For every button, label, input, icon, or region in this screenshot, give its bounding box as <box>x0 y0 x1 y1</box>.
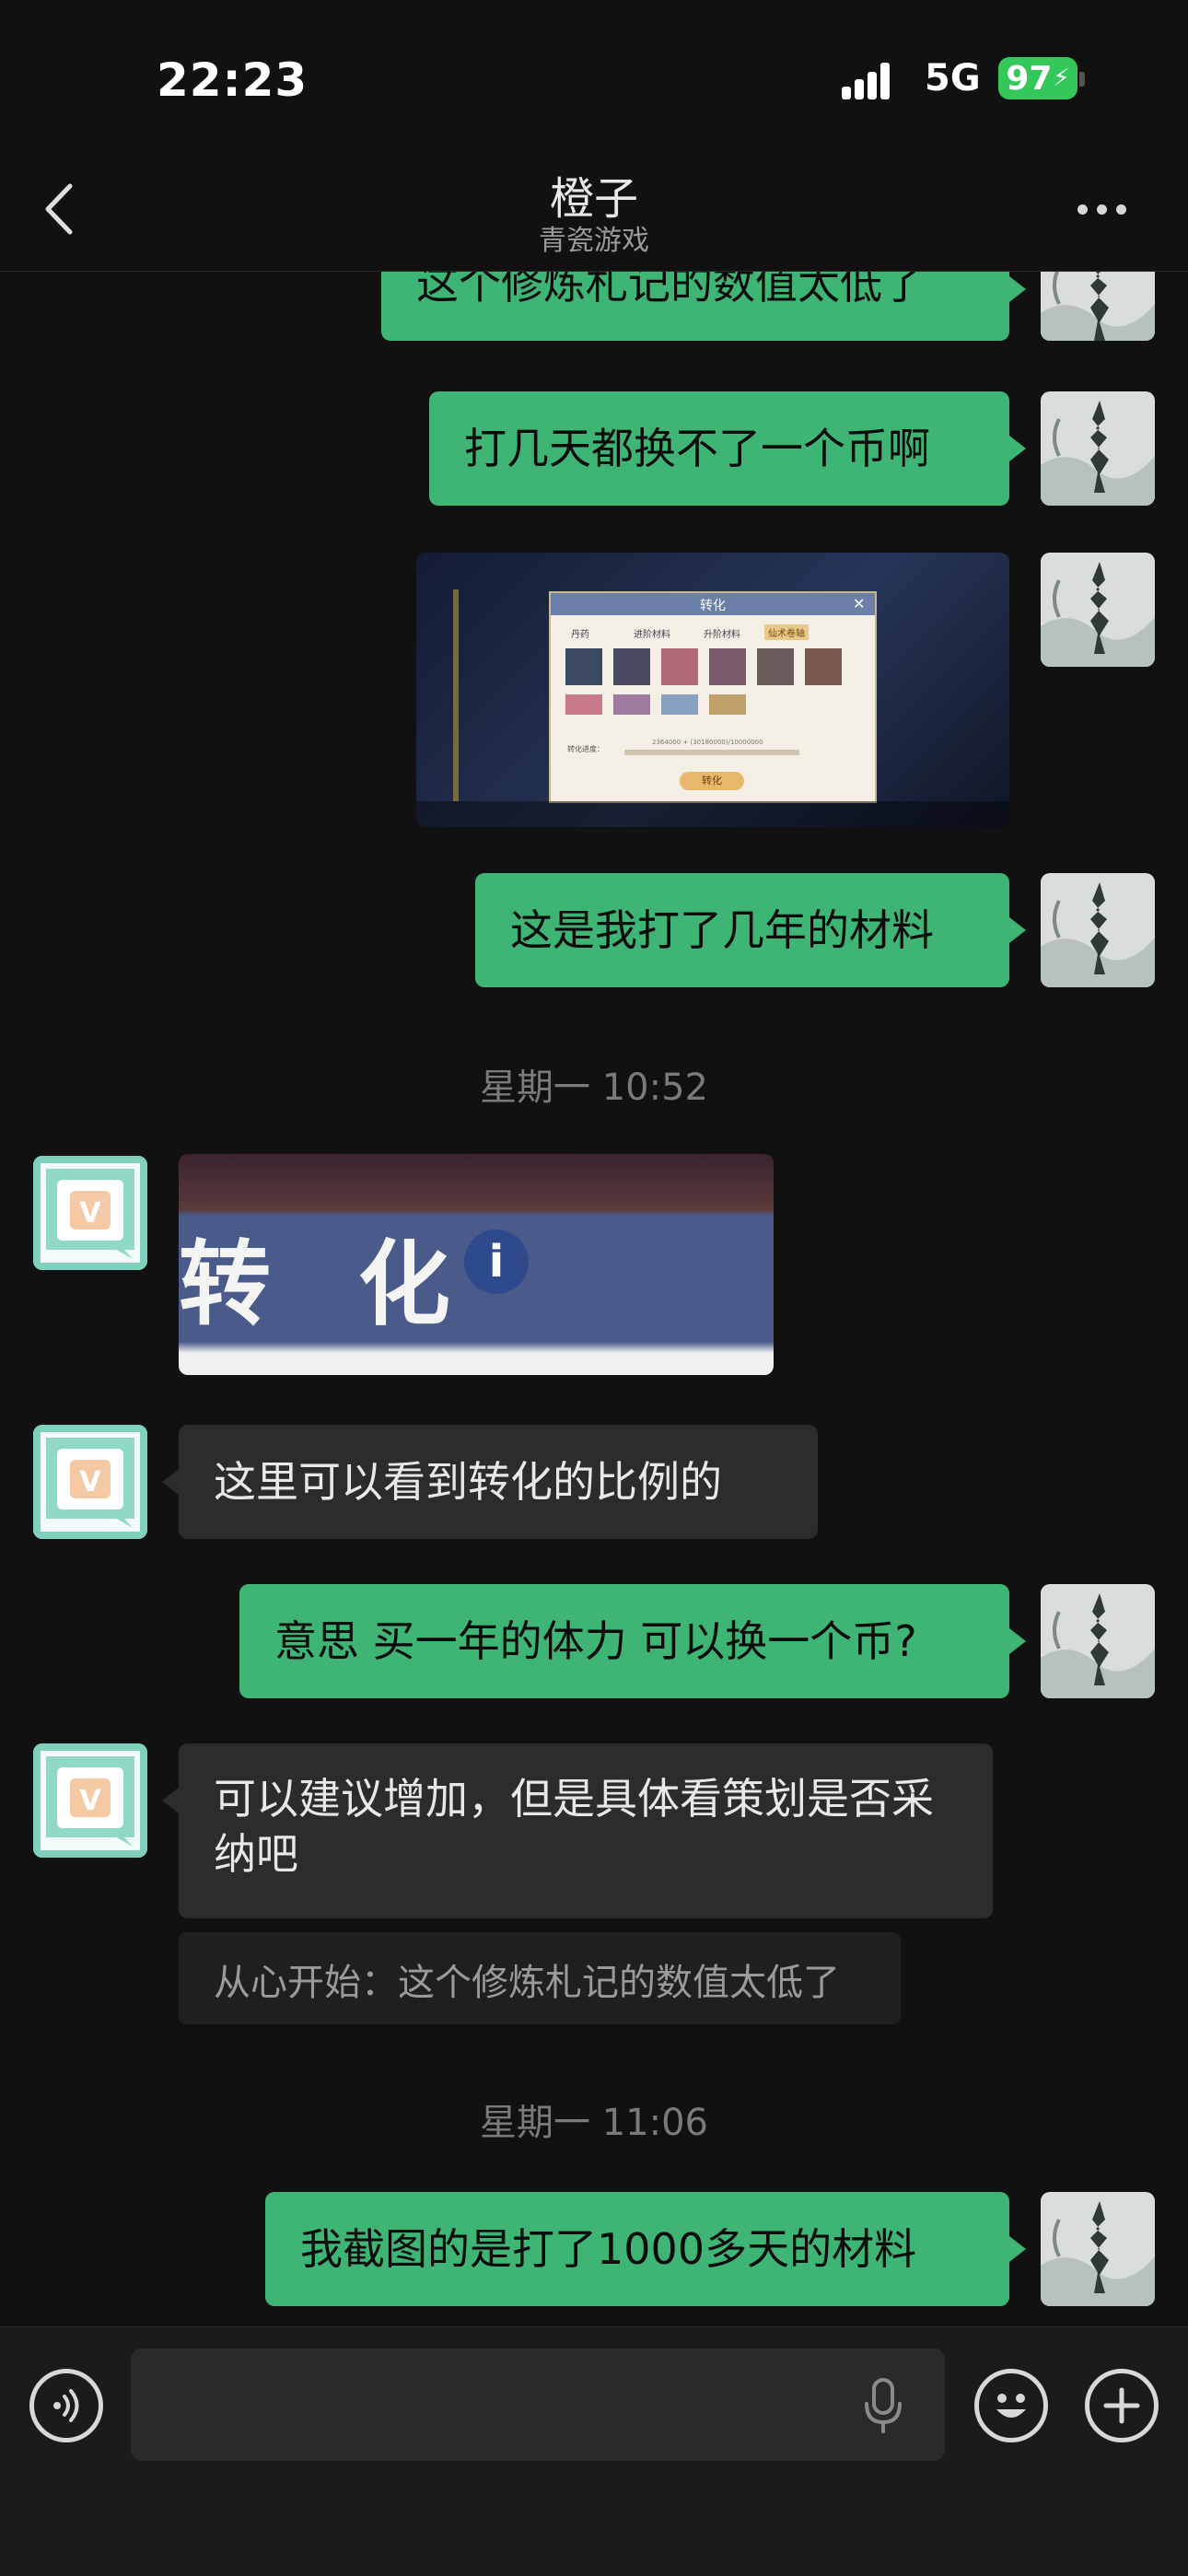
bubble-tail <box>162 1788 179 1813</box>
message-text: 可以建议增加，但是具体看策划是否采纳吧 <box>214 1774 934 1879</box>
v-logo-avatar-icon: V <box>33 1743 147 1858</box>
voice-icon[interactable] <box>29 2369 103 2442</box>
plus-icon[interactable] <box>1085 2369 1159 2442</box>
timestamp: 星期一 10:52 <box>480 1067 708 1109</box>
message-text: 这里可以看到转化的比例的 <box>214 1457 722 1507</box>
message-input[interactable] <box>131 2349 945 2461</box>
progress-text: 2364000 + (30180000)/10000000 <box>652 739 763 746</box>
v-logo-avatar-icon: V <box>33 1156 147 1270</box>
bubble-tail <box>162 1469 179 1495</box>
ink-painting-avatar-icon <box>1041 2192 1155 2306</box>
message-text: 这是我打了几年的材料 <box>510 905 934 955</box>
avatar-other[interactable]: V <box>33 1156 147 1270</box>
avatar-self[interactable] <box>1041 391 1155 506</box>
microphone-icon[interactable] <box>862 2378 904 2435</box>
dialog-tab: 进阶材料 <box>634 630 670 640</box>
svg-text:V: V <box>79 1197 101 1230</box>
more-options-icon[interactable] <box>1077 193 1136 225</box>
quote-text: 从心开始：这个修炼札记的数值太低了 <box>214 1962 840 2004</box>
ink-painting-avatar-icon <box>1041 272 1155 341</box>
chat-subtitle: 青瓷游戏 <box>539 225 649 257</box>
timestamp: 星期一 11:06 <box>480 2102 708 2144</box>
network-type: 5G <box>925 57 981 99</box>
ink-painting-avatar-icon <box>1041 873 1155 987</box>
info-icon: i <box>464 1230 529 1294</box>
message-bubble[interactable]: 打几天都换不了一个币啊 <box>429 391 1009 506</box>
quoted-message[interactable]: 从心开始：这个修炼札记的数值太低了 <box>179 1932 901 2024</box>
bubble-tail <box>1009 1628 1026 1654</box>
ink-painting-avatar-icon <box>1041 553 1155 667</box>
message-bubble[interactable]: 我截图的是打了1000多天的材料 <box>265 2192 1009 2306</box>
avatar-self[interactable] <box>1041 2192 1155 2306</box>
v-logo-avatar-icon: V <box>33 1425 147 1539</box>
dialog-tab: 仙术卷轴 <box>764 624 809 640</box>
message-text: 打几天都换不了一个币啊 <box>464 424 930 473</box>
message-bubble[interactable]: 这是我打了几年的材料 <box>475 873 1009 987</box>
battery-level: 97 <box>1006 59 1053 98</box>
message-bubble[interactable]: 意思 买一年的体力 可以换一个币? <box>239 1584 1009 1698</box>
progress-label: 转化进度： <box>567 745 604 753</box>
signal-icon <box>842 63 890 99</box>
bubble-tail <box>1009 276 1026 302</box>
svg-text:V: V <box>79 1466 101 1498</box>
image-sidebar <box>453 589 459 801</box>
progress-bar <box>624 750 799 755</box>
bubble-tail <box>1009 436 1026 461</box>
message-bubble[interactable]: 这个修炼札记的数值太低了 <box>381 272 1009 341</box>
emoji-icon[interactable] <box>974 2369 1048 2442</box>
bubble-tail <box>1009 917 1026 943</box>
dialog-title: 转化 <box>700 599 726 613</box>
battery-cap <box>1079 72 1085 87</box>
ink-painting-avatar-icon <box>1041 1584 1155 1698</box>
ink-painting-avatar-icon <box>1041 391 1155 506</box>
message-bubble[interactable]: 这里可以看到转化的比例的 <box>179 1425 818 1539</box>
zoomed-caption: 转 化 <box>179 1230 478 1338</box>
svg-text:V: V <box>79 1785 101 1817</box>
message-text: 意思 买一年的体力 可以换一个币? <box>274 1616 917 1666</box>
convert-button: 转化 <box>680 772 744 790</box>
battery-icon: 97 ⚡ <box>998 57 1077 99</box>
image-message[interactable]: 转 化 i <box>179 1154 774 1375</box>
bubble-tail <box>1009 2236 1026 2262</box>
close-icon: ✕ <box>853 595 866 612</box>
message-text: 这个修炼札记的数值太低了 <box>416 272 925 309</box>
avatar-self[interactable] <box>1041 1584 1155 1698</box>
item-grid <box>565 648 858 735</box>
message-text: 我截图的是打了1000多天的材料 <box>300 2224 917 2274</box>
chat-area[interactable]: 这个修炼札记的数值太低了 打几天都换不了一个币啊 转化 ✕ 丹药 进阶材料 升阶… <box>0 272 1188 2325</box>
avatar-self[interactable] <box>1041 553 1155 667</box>
avatar-self[interactable] <box>1041 272 1155 341</box>
message-bubble[interactable]: 可以建议增加，但是具体看策划是否采纳吧 <box>179 1743 993 1918</box>
dialog-tab: 丹药 <box>571 630 589 640</box>
status-time: 22:23 <box>157 53 309 107</box>
dialog-tab: 升阶材料 <box>704 630 740 640</box>
avatar-other[interactable]: V <box>33 1425 147 1539</box>
image-dialog: 转化 ✕ 丹药 进阶材料 升阶材料 仙术卷轴 转化进度： 2364000 + (… <box>549 591 877 803</box>
avatar-other[interactable]: V <box>33 1743 147 1858</box>
avatar-self[interactable] <box>1041 873 1155 987</box>
image-message[interactable]: 转化 ✕ 丹药 进阶材料 升阶材料 仙术卷轴 转化进度： 2364000 + (… <box>416 553 1009 827</box>
